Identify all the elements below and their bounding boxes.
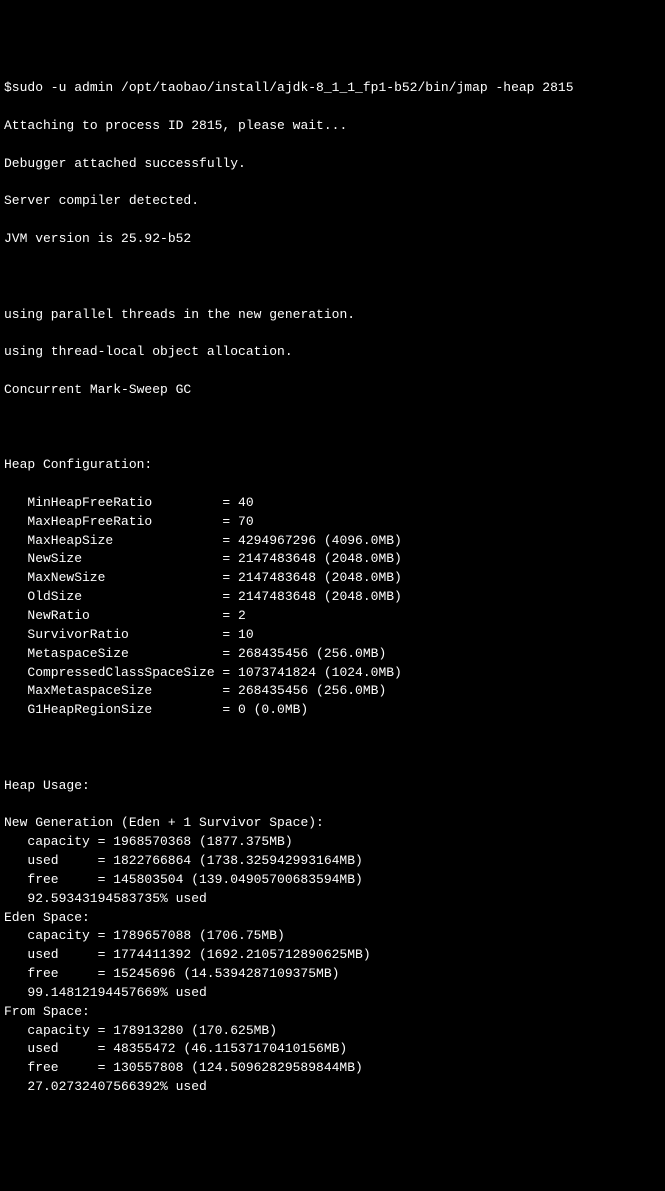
usage-value: = 1822766864 (1738.325942993164MB) — [98, 852, 363, 871]
config-key: MinHeapFreeRatio — [27, 494, 222, 513]
usage-row: free= 15245696 (14.5394287109375MB) — [4, 965, 661, 984]
usage-key: capacity — [27, 1022, 97, 1041]
debugger-msg: Debugger attached successfully. — [4, 155, 661, 174]
attaching-msg: Attaching to process ID 2815, please wai… — [4, 117, 661, 136]
config-key: G1HeapRegionSize — [27, 701, 222, 720]
usage-value: = 130557808 (124.50962829589844MB) — [98, 1059, 363, 1078]
config-key: NewRatio — [27, 607, 222, 626]
config-value: = 2147483648 (2048.0MB) — [222, 550, 401, 569]
config-key: MaxNewSize — [27, 569, 222, 588]
usage-value: = 1968570368 (1877.375MB) — [98, 833, 293, 852]
usage-percent: 99.14812194457669% used — [4, 984, 661, 1003]
config-value: = 10 — [222, 626, 253, 645]
heap-config-title: Heap Configuration: — [4, 456, 661, 475]
config-row: MetaspaceSize= 268435456 (256.0MB) — [4, 645, 661, 664]
config-row: OldSize= 2147483648 (2048.0MB) — [4, 588, 661, 607]
usage-percent: 27.02732407566392% used — [4, 1078, 661, 1097]
usage-row: capacity= 178913280 (170.625MB) — [4, 1022, 661, 1041]
config-value: = 2147483648 (2048.0MB) — [222, 588, 401, 607]
config-value: = 1073741824 (1024.0MB) — [222, 664, 401, 683]
config-value: = 4294967296 (4096.0MB) — [222, 532, 401, 551]
config-value: = 70 — [222, 513, 253, 532]
blank — [4, 419, 661, 438]
usage-key: free — [27, 965, 97, 984]
config-row: MaxMetaspaceSize= 268435456 (256.0MB) — [4, 682, 661, 701]
config-key: MaxHeapFreeRatio — [27, 513, 222, 532]
config-value: = 0 (0.0MB) — [222, 701, 308, 720]
server-msg: Server compiler detected. — [4, 192, 661, 211]
jvm-version-msg: JVM version is 25.92-b52 — [4, 230, 661, 249]
config-row: SurvivorRatio= 10 — [4, 626, 661, 645]
config-value: = 268435456 (256.0MB) — [222, 682, 386, 701]
config-value: = 268435456 (256.0MB) — [222, 645, 386, 664]
usage-section-title: From Space: — [4, 1003, 661, 1022]
config-key: NewSize — [27, 550, 222, 569]
usage-key: used — [27, 852, 97, 871]
usage-section-title: New Generation (Eden + 1 Survivor Space)… — [4, 814, 661, 833]
config-key: CompressedClassSpaceSize — [27, 664, 222, 683]
config-key: MaxMetaspaceSize — [27, 682, 222, 701]
config-value: = 2 — [222, 607, 245, 626]
config-row: MaxNewSize= 2147483648 (2048.0MB) — [4, 569, 661, 588]
usage-key: capacity — [27, 927, 97, 946]
config-row: MinHeapFreeRatio= 40 — [4, 494, 661, 513]
blank — [4, 739, 661, 758]
usage-row: free= 130557808 (124.50962829589844MB) — [4, 1059, 661, 1078]
config-value: = 40 — [222, 494, 253, 513]
config-row: CompressedClassSpaceSize= 1073741824 (10… — [4, 664, 661, 683]
usage-key: free — [27, 1059, 97, 1078]
parallel-threads-msg: using parallel threads in the new genera… — [4, 306, 661, 325]
usage-value: = 48355472 (46.11537170410156MB) — [98, 1040, 348, 1059]
heap-usage-title: Heap Usage: — [4, 777, 661, 796]
config-key: OldSize — [27, 588, 222, 607]
thread-local-msg: using thread-local object allocation. — [4, 343, 661, 362]
usage-value: = 145803504 (139.04905700683594MB) — [98, 871, 363, 890]
usage-row: used= 1774411392 (1692.2105712890625MB) — [4, 946, 661, 965]
usage-percent: 92.59343194583735% used — [4, 890, 661, 909]
usage-row: capacity= 1968570368 (1877.375MB) — [4, 833, 661, 852]
usage-row: used= 1822766864 (1738.325942993164MB) — [4, 852, 661, 871]
config-key: MaxHeapSize — [27, 532, 222, 551]
usage-key: used — [27, 1040, 97, 1059]
blank — [4, 268, 661, 287]
usage-value: = 1774411392 (1692.2105712890625MB) — [98, 946, 371, 965]
config-key: SurvivorRatio — [27, 626, 222, 645]
usage-value: = 1789657088 (1706.75MB) — [98, 927, 285, 946]
config-row: G1HeapRegionSize= 0 (0.0MB) — [4, 701, 661, 720]
usage-key: capacity — [27, 833, 97, 852]
usage-row: used= 48355472 (46.11537170410156MB) — [4, 1040, 661, 1059]
usage-value: = 178913280 (170.625MB) — [98, 1022, 277, 1041]
config-key: MetaspaceSize — [27, 645, 222, 664]
usage-row: free= 145803504 (139.04905700683594MB) — [4, 871, 661, 890]
usage-value: = 15245696 (14.5394287109375MB) — [98, 965, 340, 984]
config-value: = 2147483648 (2048.0MB) — [222, 569, 401, 588]
usage-key: free — [27, 871, 97, 890]
usage-row: capacity= 1789657088 (1706.75MB) — [4, 927, 661, 946]
gc-msg: Concurrent Mark-Sweep GC — [4, 381, 661, 400]
config-row: NewRatio= 2 — [4, 607, 661, 626]
config-row: MaxHeapFreeRatio= 70 — [4, 513, 661, 532]
usage-key: used — [27, 946, 97, 965]
usage-section-title: Eden Space: — [4, 909, 661, 928]
command-line: $sudo -u admin /opt/taobao/install/ajdk-… — [4, 79, 661, 98]
config-row: MaxHeapSize= 4294967296 (4096.0MB) — [4, 532, 661, 551]
config-row: NewSize= 2147483648 (2048.0MB) — [4, 550, 661, 569]
